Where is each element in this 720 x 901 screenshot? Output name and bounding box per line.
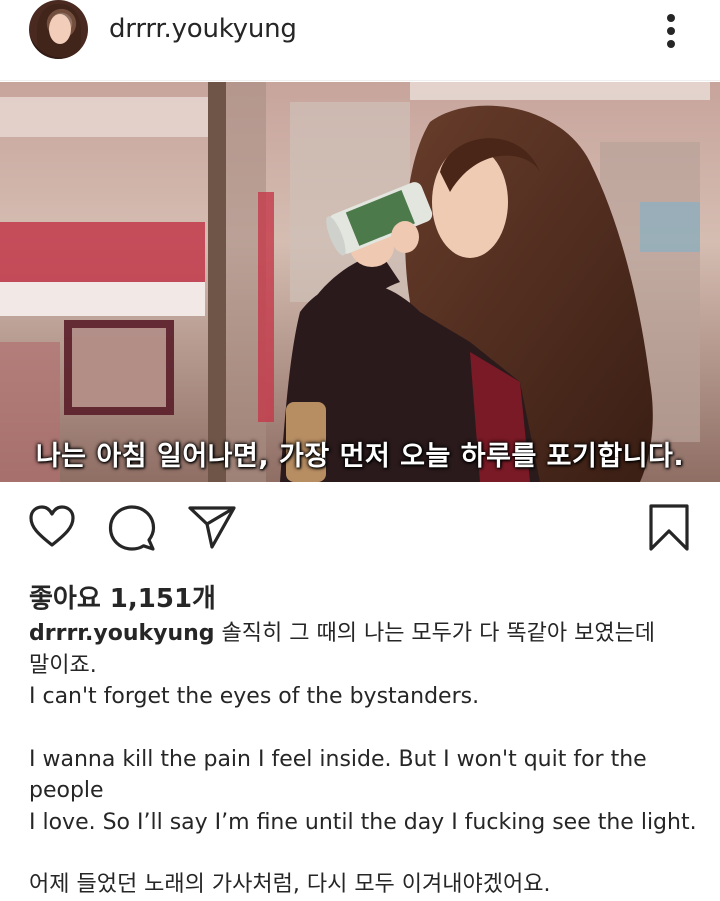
post-username[interactable]: drrrr.youkyung bbox=[109, 14, 297, 44]
like-count[interactable]: 좋아요 1,151개 bbox=[29, 578, 216, 615]
caption-line-3: I can't forget the eyes of the bystander… bbox=[29, 684, 480, 709]
heart-icon[interactable] bbox=[28, 505, 76, 549]
caption-line-6: 어제 들었던 노래의 가사처럼, 다시 모두 이겨내야겠어요. bbox=[29, 872, 551, 897]
caption-line-5: I love. So I’ll say I’m fine until the d… bbox=[29, 809, 697, 835]
photo-scene bbox=[0, 82, 720, 482]
caption-text-1: 솔직히 그 때의 나는 모두가 다 똑같아 보였는데 bbox=[221, 621, 656, 646]
caption-line-1: drrrr.youkyung 솔직히 그 때의 나는 모두가 다 똑같아 보였는… bbox=[29, 618, 699, 650]
post-photo[interactable]: 나는 아침 일어나면, 가장 먼저 오늘 하루를 포기합니다. bbox=[0, 82, 720, 482]
post-caption: drrrr.youkyung 솔직히 그 때의 나는 모두가 다 똑같아 보였는… bbox=[29, 618, 699, 901]
caption-line-2: 말이죠. bbox=[29, 652, 97, 678]
caption-username[interactable]: drrrr.youkyung bbox=[29, 621, 215, 646]
comment-icon[interactable] bbox=[108, 504, 156, 552]
bookmark-icon[interactable] bbox=[647, 503, 691, 553]
caption-line-4: I wanna kill the pain I feel inside. But… bbox=[29, 746, 647, 804]
send-icon[interactable] bbox=[187, 504, 237, 550]
photo-subtitle: 나는 아침 일어나면, 가장 먼저 오늘 하루를 포기합니다. bbox=[35, 441, 685, 472]
more-vertical-icon[interactable] bbox=[661, 14, 681, 48]
post-header: drrrr.youkyung bbox=[0, 0, 720, 81]
action-bar bbox=[0, 495, 720, 555]
avatar[interactable] bbox=[29, 0, 88, 59]
avatar-face bbox=[49, 14, 71, 44]
